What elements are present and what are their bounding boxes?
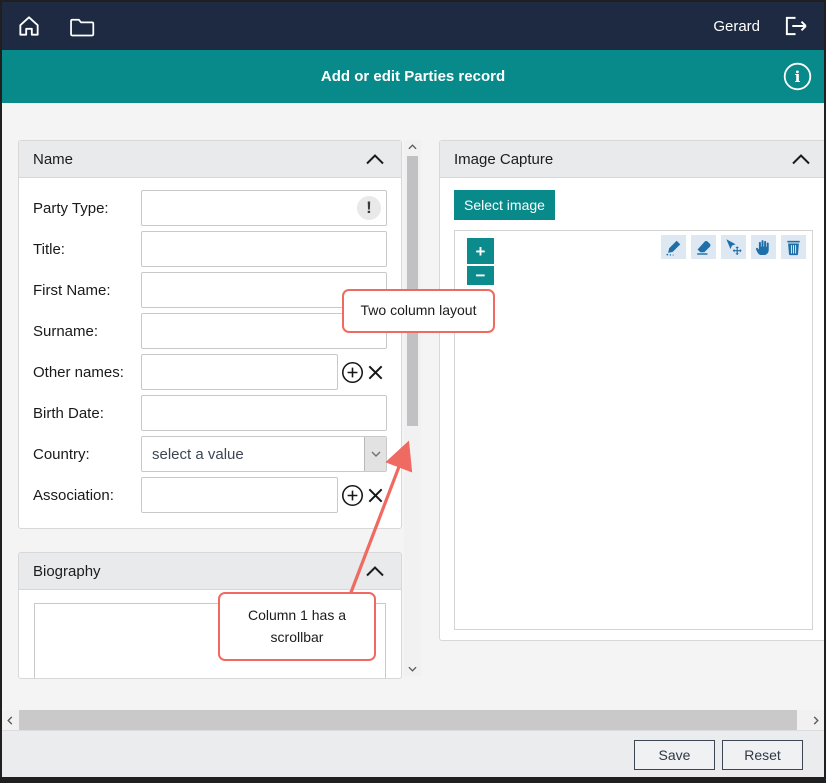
draw-tool-button[interactable]: [661, 235, 686, 259]
biography-collapse-button[interactable]: [363, 563, 387, 579]
hand-icon: [754, 238, 773, 257]
horizontal-scrollbar-thumb[interactable]: [19, 710, 797, 730]
country-select[interactable]: select a value: [141, 436, 387, 472]
app-window: Gerard Add or edit Parties record i Name: [0, 0, 826, 783]
chevron-up-icon: [791, 153, 811, 165]
scroll-down-button[interactable]: [404, 662, 421, 676]
h-scroll-left-button[interactable]: [2, 710, 18, 730]
association-input[interactable]: [141, 477, 338, 513]
biography-panel-title: Biography: [33, 563, 101, 580]
footer-bar: Save Reset: [2, 730, 824, 777]
clear-other-name-button[interactable]: [365, 363, 386, 382]
chevron-up-icon: [365, 565, 385, 577]
move-tool-button[interactable]: [721, 235, 746, 259]
field-label: Other names:: [33, 364, 141, 381]
h-scroll-right-button[interactable]: [808, 710, 824, 730]
scroll-left-arrow-icon: [7, 716, 13, 725]
warning-icon: !: [357, 196, 381, 220]
home-icon: [16, 13, 42, 39]
field-label: Association:: [33, 487, 141, 504]
association-row: Association:: [33, 477, 387, 513]
country-select-button[interactable]: [364, 437, 386, 471]
field-label: Surname:: [33, 323, 141, 340]
home-button[interactable]: [16, 13, 42, 39]
annotation-scrollbar-callout: Column 1 has a scrollbar: [218, 592, 376, 661]
pan-tool-button[interactable]: [751, 235, 776, 259]
scroll-right-arrow-icon: [813, 716, 819, 725]
add-circle-icon: [341, 361, 364, 384]
add-circle-icon: [341, 484, 364, 507]
eraser-icon: [694, 238, 713, 257]
other-names-input[interactable]: [141, 354, 338, 390]
x-icon: [366, 363, 385, 382]
folder-button[interactable]: [68, 14, 97, 38]
image-toolbar: [661, 235, 806, 259]
column1-vertical-scrollbar: [404, 140, 421, 676]
name-panel: Name Party Type: ! Title:: [18, 140, 402, 529]
info-button[interactable]: i: [783, 62, 812, 91]
delete-tool-button[interactable]: [781, 235, 806, 259]
top-navbar: Gerard: [2, 2, 824, 50]
biography-panel-header: Biography: [19, 553, 401, 590]
field-label: Party Type:: [33, 200, 141, 217]
image-capture-panel: Image Capture Select image + −: [439, 140, 826, 641]
name-panel-body: Party Type: ! Title: First Name: S: [19, 178, 401, 527]
erase-tool-button[interactable]: [691, 235, 716, 259]
info-icon: i: [783, 62, 812, 91]
folder-icon: [68, 14, 97, 38]
image-capture-body: Select image + −: [440, 178, 826, 644]
logout-icon: [780, 13, 810, 39]
image-capture-title: Image Capture: [454, 151, 553, 168]
chevron-down-icon: [371, 451, 381, 458]
first-name-row: First Name:: [33, 272, 387, 308]
birth-date-row: Birth Date:: [33, 395, 387, 431]
move-icon: [724, 238, 743, 257]
country-row: Country: select a value: [33, 436, 387, 472]
title-input[interactable]: [141, 231, 387, 267]
logout-button[interactable]: [780, 13, 810, 39]
party-type-wrap: !: [141, 190, 387, 226]
birth-date-input[interactable]: [141, 395, 387, 431]
image-canvas[interactable]: + −: [454, 230, 813, 630]
party-type-row: Party Type: !: [33, 190, 387, 226]
field-label: First Name:: [33, 282, 141, 299]
image-capture-collapse-button[interactable]: [789, 151, 813, 167]
chevron-up-icon: [365, 153, 385, 165]
other-names-row: Other names:: [33, 354, 387, 390]
country-select-value: select a value: [142, 446, 364, 463]
x-icon: [366, 486, 385, 505]
horizontal-scrollbar: [2, 710, 824, 730]
reset-button[interactable]: Reset: [722, 740, 803, 770]
clear-association-button[interactable]: [365, 486, 386, 505]
select-image-button[interactable]: Select image: [454, 190, 555, 220]
name-panel-header: Name: [19, 141, 401, 178]
field-label: Title:: [33, 241, 141, 258]
zoom-controls: + −: [467, 238, 494, 285]
field-label: Country:: [33, 446, 141, 463]
title-row: Title:: [33, 231, 387, 267]
add-other-name-button[interactable]: [340, 361, 365, 384]
zoom-in-button[interactable]: +: [467, 238, 494, 264]
party-type-input[interactable]: [141, 190, 387, 226]
scroll-down-arrow-icon: [408, 666, 417, 672]
pencil-icon: [664, 238, 683, 257]
field-label: Birth Date:: [33, 405, 141, 422]
name-panel-title: Name: [33, 151, 73, 168]
trash-icon: [784, 238, 803, 257]
username-label: Gerard: [713, 18, 760, 35]
page-banner: Add or edit Parties record i: [2, 50, 824, 103]
scroll-up-arrow-icon: [408, 144, 417, 150]
save-button[interactable]: Save: [634, 740, 715, 770]
scroll-up-button[interactable]: [404, 140, 421, 154]
page-title: Add or edit Parties record: [321, 68, 505, 85]
surname-row: Surname:: [33, 313, 387, 349]
name-collapse-button[interactable]: [363, 151, 387, 167]
image-capture-header: Image Capture: [440, 141, 826, 178]
svg-text:i: i: [795, 68, 801, 86]
add-association-button[interactable]: [340, 484, 365, 507]
zoom-out-button[interactable]: −: [467, 266, 494, 285]
annotation-two-column-callout: Two column layout: [342, 289, 495, 333]
